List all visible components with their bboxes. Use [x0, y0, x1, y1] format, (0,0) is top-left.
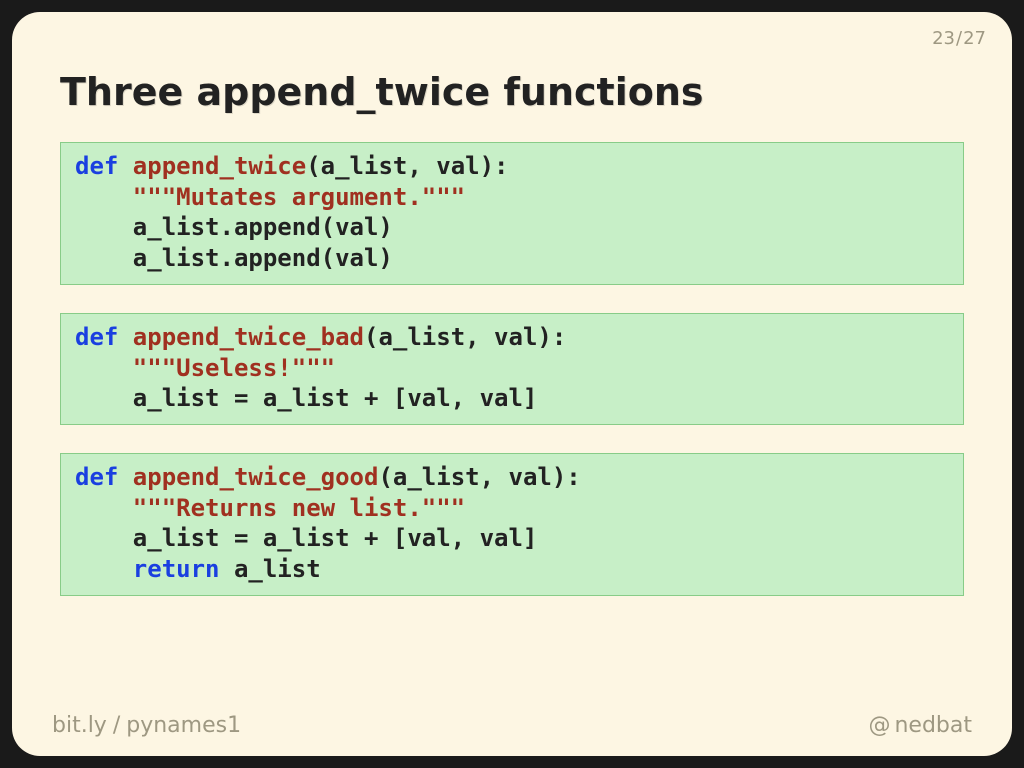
code-line: a_list — [220, 555, 321, 583]
code-line: a_list = a_list + [val, val] — [133, 524, 538, 552]
footer-handle: @nedbat — [868, 713, 972, 738]
code-block-1: def append_twice(a_list, val): """Mutate… — [60, 142, 964, 285]
code-area: def append_twice(a_list, val): """Mutate… — [60, 142, 964, 624]
at-sign: @ — [868, 713, 890, 738]
page-counter: 23/27 — [932, 28, 986, 49]
fn-name: append_twice — [118, 152, 306, 180]
page-sep: / — [956, 28, 962, 49]
link-slug: pynames1 — [126, 713, 241, 738]
indent — [75, 494, 133, 522]
page-current: 23 — [932, 28, 955, 49]
code-line: a_list.append(val) — [133, 213, 393, 241]
code-line: a_list = a_list + [val, val] — [133, 384, 538, 412]
indent — [75, 384, 133, 412]
indent — [75, 524, 133, 552]
docstring: """Mutates argument.""" — [133, 183, 465, 211]
code-block-3: def append_twice_good(a_list, val): """R… — [60, 453, 964, 596]
slide-card: 23/27 Three append_twice functions def a… — [12, 12, 1012, 756]
kw-def: def — [75, 463, 118, 491]
kw-def: def — [75, 152, 118, 180]
fn-name: append_twice_good — [118, 463, 378, 491]
page-total: 27 — [963, 28, 986, 49]
slide-title: Three append_twice functions — [60, 70, 704, 114]
kw-return: return — [133, 555, 220, 583]
fn-args: (a_list, val): — [306, 152, 508, 180]
docstring: """Useless!""" — [133, 354, 335, 382]
link-sep: / — [113, 713, 120, 738]
indent — [75, 244, 133, 272]
footer-link: bit.ly/pynames1 — [52, 713, 241, 738]
slide-footer: bit.ly/pynames1 @nedbat — [12, 713, 1012, 738]
indent — [75, 555, 133, 583]
kw-def: def — [75, 323, 118, 351]
indent — [75, 183, 133, 211]
link-domain: bit.ly — [52, 713, 107, 738]
fn-args: (a_list, val): — [378, 463, 580, 491]
fn-name: append_twice_bad — [118, 323, 364, 351]
indent — [75, 354, 133, 382]
code-line: a_list.append(val) — [133, 244, 393, 272]
indent — [75, 213, 133, 241]
fn-args: (a_list, val): — [364, 323, 566, 351]
handle: nedbat — [894, 713, 972, 738]
docstring: """Returns new list.""" — [133, 494, 465, 522]
code-block-2: def append_twice_bad(a_list, val): """Us… — [60, 313, 964, 425]
